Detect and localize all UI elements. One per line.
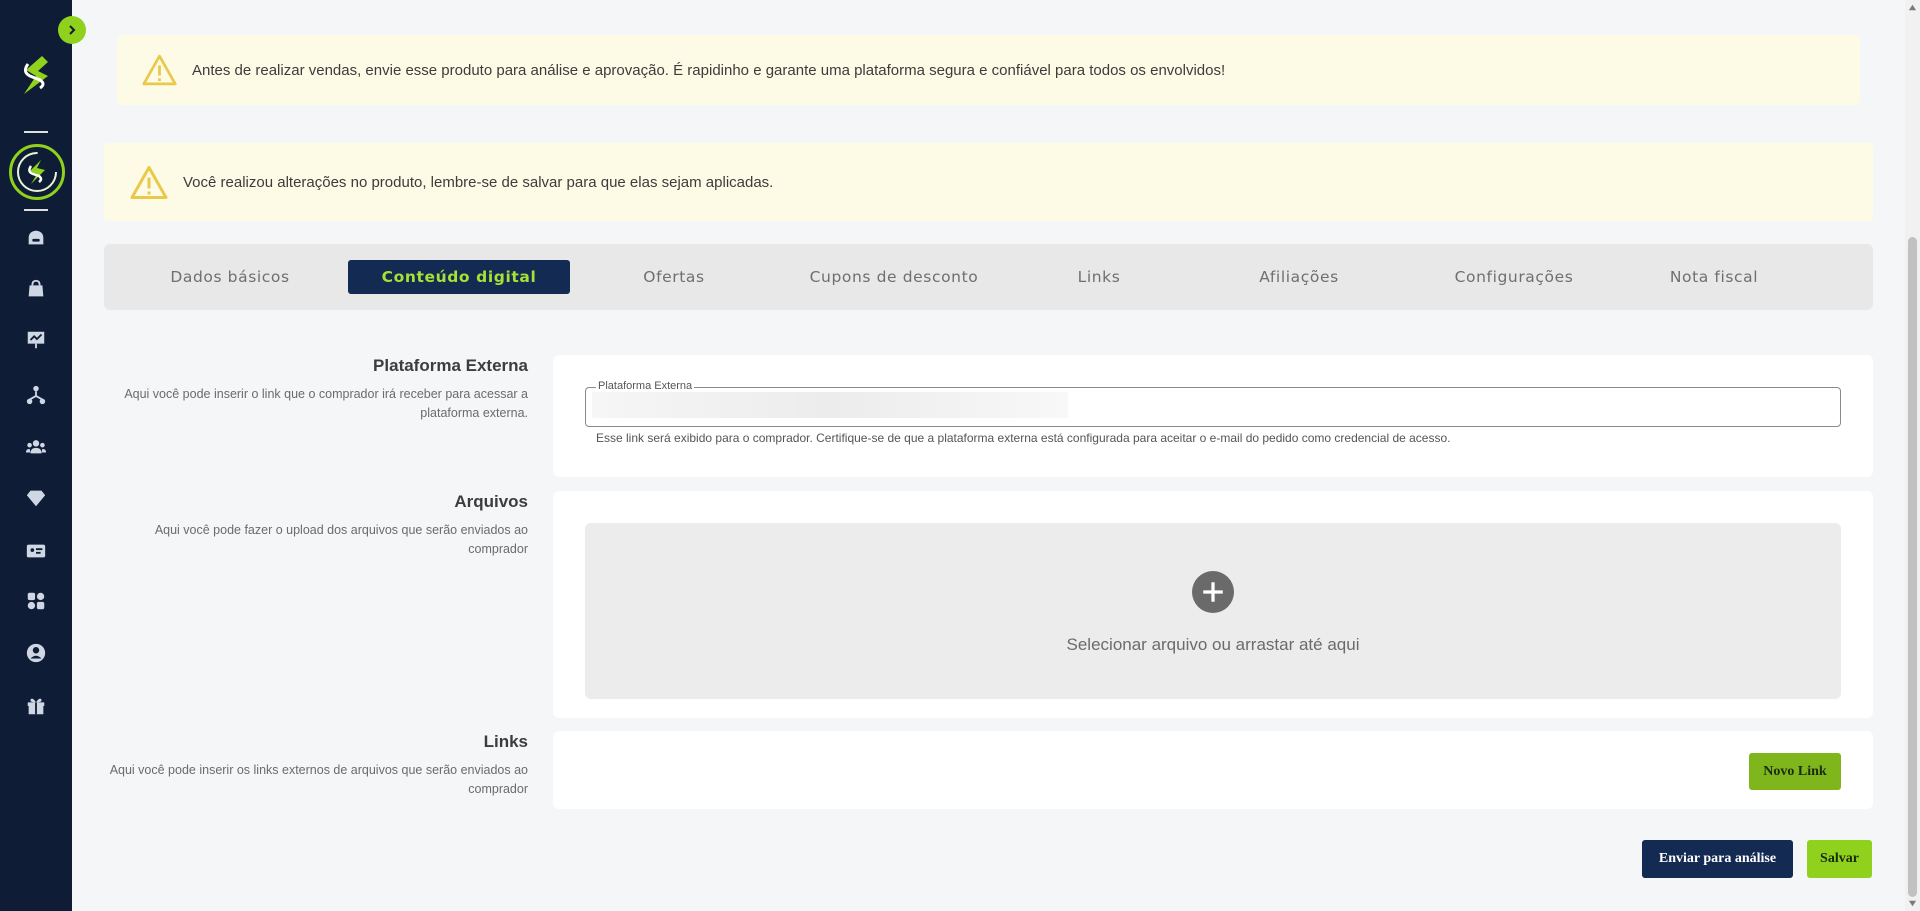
tab-nota-fiscal[interactable]: Nota fiscal [1654, 260, 1774, 294]
tab-conteudo-digital[interactable]: Conteúdo digital [348, 260, 570, 294]
links-title: Links [483, 732, 528, 751]
presentation-chart-icon[interactable] [24, 328, 48, 352]
chevron-right-icon [69, 25, 76, 35]
tab-links[interactable]: Links [1064, 260, 1134, 294]
users-icon[interactable] [24, 435, 48, 459]
expand-sidebar-button[interactable] [58, 16, 86, 44]
save-button[interactable]: Salvar [1807, 840, 1872, 878]
warning-icon [142, 54, 177, 86]
links-description: Aqui você pode inserir os links externos… [109, 763, 528, 796]
external-platform-description: Aqui você pode inserir o link que o comp… [124, 387, 528, 420]
file-dropzone[interactable]: Selecionar arquivo ou arrastar até aqui [585, 523, 1841, 699]
diamond-icon[interactable] [24, 486, 48, 510]
send-for-analysis-button[interactable]: Enviar para análise [1642, 840, 1793, 878]
tab-cupons-de-desconto[interactable]: Cupons de desconto [794, 260, 994, 294]
files-title: Arquivos [454, 492, 528, 511]
add-file-icon [1192, 571, 1234, 613]
gift-icon[interactable] [24, 694, 48, 718]
user-circle-icon[interactable] [24, 641, 48, 665]
apps-icon[interactable] [24, 589, 48, 613]
tab-configuracoes[interactable]: Configurações [1434, 260, 1594, 294]
product-tabs: Dados básicos Conteúdo digital Ofertas C… [104, 244, 1873, 310]
sidebar-divider [24, 209, 48, 211]
tab-ofertas[interactable]: Ofertas [624, 260, 724, 294]
shopping-bag-icon[interactable] [24, 277, 48, 301]
analysis-alert: Antes de realizar vendas, envie esse pro… [117, 35, 1860, 105]
scroll-thumb[interactable] [1908, 237, 1917, 897]
id-card-icon[interactable] [24, 539, 48, 563]
scroll-up-icon[interactable] [1908, 3, 1917, 12]
scroll-down-icon[interactable] [1908, 899, 1917, 908]
sidebar [0, 0, 72, 911]
network-icon[interactable] [24, 383, 48, 407]
external-platform-title: Plataforma Externa [373, 356, 528, 375]
external-platform-field-label: Plataforma Externa [596, 380, 695, 392]
external-platform-value [592, 392, 1068, 418]
analysis-alert-text: Antes de realizar vendas, envie esse pro… [192, 61, 1226, 79]
unsaved-changes-alert: Você realizou alterações no produto, lem… [104, 143, 1873, 221]
external-platform-help-text: Esse link será exibido para o comprador.… [596, 431, 1451, 445]
external-platform-input[interactable]: Plataforma Externa [585, 380, 1841, 427]
page-scrollbar[interactable] [1905, 0, 1920, 911]
warning-icon [130, 165, 168, 199]
tab-afiliacoes[interactable]: Afiliações [1244, 260, 1354, 294]
brand-logo[interactable] [18, 54, 54, 98]
files-description: Aqui você pode fazer o upload dos arquiv… [154, 523, 528, 556]
new-link-button[interactable]: Novo Link [1749, 753, 1841, 790]
files-card: Selecionar arquivo ou arrastar até aqui [553, 491, 1873, 718]
external-platform-card: Plataforma Externa Esse link será exibid… [553, 355, 1873, 477]
user-avatar[interactable] [9, 144, 65, 200]
home-icon[interactable] [24, 226, 48, 250]
unsaved-changes-alert-text: Você realizou alterações no produto, lem… [183, 173, 774, 191]
dropzone-text: Selecionar arquivo ou arrastar até aqui [1066, 635, 1360, 654]
links-card: Novo Link [553, 731, 1873, 809]
tab-dados-basicos[interactable]: Dados básicos [160, 260, 300, 294]
sidebar-divider [24, 131, 48, 133]
